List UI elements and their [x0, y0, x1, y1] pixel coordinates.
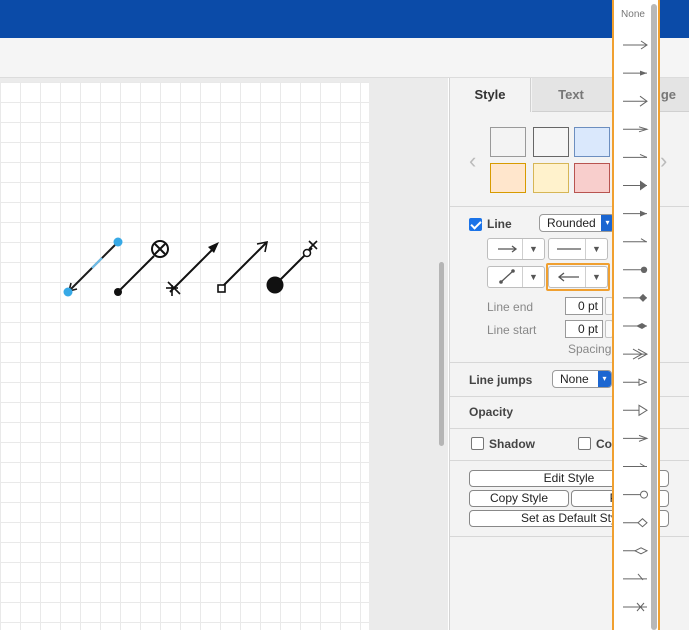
next-swatches-chevron-icon[interactable]: › — [660, 148, 667, 174]
arrow-menu-list[interactable] — [619, 0, 651, 630]
copy-toggle-checkbox[interactable] — [578, 437, 591, 450]
shadow-label: Shadow — [489, 437, 536, 451]
connector-box-open[interactable] — [217, 240, 269, 293]
tab-text[interactable]: Text — [532, 78, 610, 112]
arrow-option-block-thin-filled[interactable] — [623, 238, 647, 243]
arrow-option-classic[interactable] — [623, 40, 648, 50]
arrow-option-circle[interactable] — [623, 547, 649, 555]
line-start-highlight — [546, 263, 610, 291]
arrow-option-open-async[interactable] — [623, 348, 649, 360]
canvas-scrollbar[interactable] — [439, 262, 444, 446]
title-bar — [0, 0, 689, 38]
arrow-option-diamond-thin[interactable] — [623, 323, 647, 329]
line-pattern-dropdown[interactable]: ▼ — [487, 238, 545, 260]
line-checkbox[interactable] — [469, 218, 482, 231]
arrow-option-async[interactable] — [623, 378, 648, 386]
style-swatch-blue[interactable] — [574, 127, 610, 157]
copy-toggle-label: Co — [596, 437, 612, 451]
line-jumps-value: None — [560, 372, 589, 386]
chevron-down-icon: ▼ — [522, 267, 544, 287]
line-end-input[interactable]: 0 pt — [565, 297, 603, 315]
line-end-label: Line end — [487, 300, 534, 314]
line-dash-dropdown[interactable]: ▼ — [548, 238, 608, 260]
arrow-option-block-filled[interactable] — [623, 210, 647, 217]
arrow-option-dash[interactable] — [623, 463, 647, 467]
arrow-head-menu: None — [612, 0, 660, 630]
line-start-input[interactable]: 0 pt — [565, 320, 603, 338]
diagonal-connector-icon — [499, 269, 515, 284]
arrow-option-oval[interactable] — [623, 266, 648, 273]
arrow-option-classic-thin[interactable] — [623, 70, 647, 76]
waypoint-style-value: Rounded — [547, 216, 596, 230]
style-swatch-yellow[interactable] — [533, 163, 569, 193]
arrow-option-circle-plus[interactable] — [623, 518, 648, 528]
chevron-down-icon: ▼ — [585, 239, 607, 259]
solid-line-icon — [557, 248, 581, 250]
arrow-menu-scrollbar[interactable] — [651, 4, 657, 630]
connection-style-dropdown[interactable]: ▼ — [487, 266, 545, 288]
style-swatch-white[interactable] — [490, 127, 526, 157]
connector-selected[interactable] — [63, 237, 123, 297]
connector-many-classic[interactable] — [166, 242, 219, 296]
drawing-canvas[interactable] — [0, 82, 369, 630]
select-chevron-icon: ▾ — [598, 371, 611, 387]
arrow-option-half-circle[interactable] — [623, 434, 649, 442]
arrow-option-open-thin[interactable] — [623, 126, 649, 133]
style-swatch-gray[interactable] — [533, 127, 569, 157]
arrow-option-block-thin[interactable] — [623, 180, 647, 191]
connector-circle-ringcross[interactable] — [266, 240, 318, 294]
style-swatch-red[interactable] — [574, 163, 610, 193]
waypoint-style-select[interactable]: Rounded ▾ — [539, 214, 615, 232]
style-swatch-orange[interactable] — [490, 163, 526, 193]
arrow-option-erd-one[interactable] — [623, 573, 647, 581]
arrow-option-open[interactable] — [623, 95, 648, 107]
spacing-label: Spacing — [568, 342, 612, 356]
line-label: Line — [487, 217, 512, 231]
line-jumps-select[interactable]: None ▾ — [552, 370, 612, 388]
connector-handle-start — [63, 287, 73, 297]
connector-handle-end — [113, 237, 123, 247]
chevron-down-icon: ▼ — [522, 239, 544, 259]
arrow-right-icon — [498, 245, 518, 253]
opacity-label: Opacity — [469, 405, 514, 419]
arrow-option-box[interactable] — [623, 404, 648, 417]
arrow-option-cross[interactable] — [623, 490, 648, 499]
arrow-option-block[interactable] — [623, 153, 648, 158]
line-start-label: Line start — [487, 323, 537, 337]
toolbar — [0, 38, 689, 78]
prev-swatches-chevron-icon[interactable]: ‹ — [469, 148, 476, 174]
line-jumps-label: Line jumps — [469, 373, 533, 387]
connector-oval-circlecross[interactable] — [114, 240, 169, 296]
arrow-option-diamond[interactable] — [623, 293, 647, 302]
shadow-checkbox[interactable] — [471, 437, 484, 450]
tab-style[interactable]: Style — [450, 78, 531, 112]
copy-style-button[interactable]: Copy Style — [469, 490, 569, 507]
arrow-option-erd-many[interactable] — [623, 602, 647, 612]
